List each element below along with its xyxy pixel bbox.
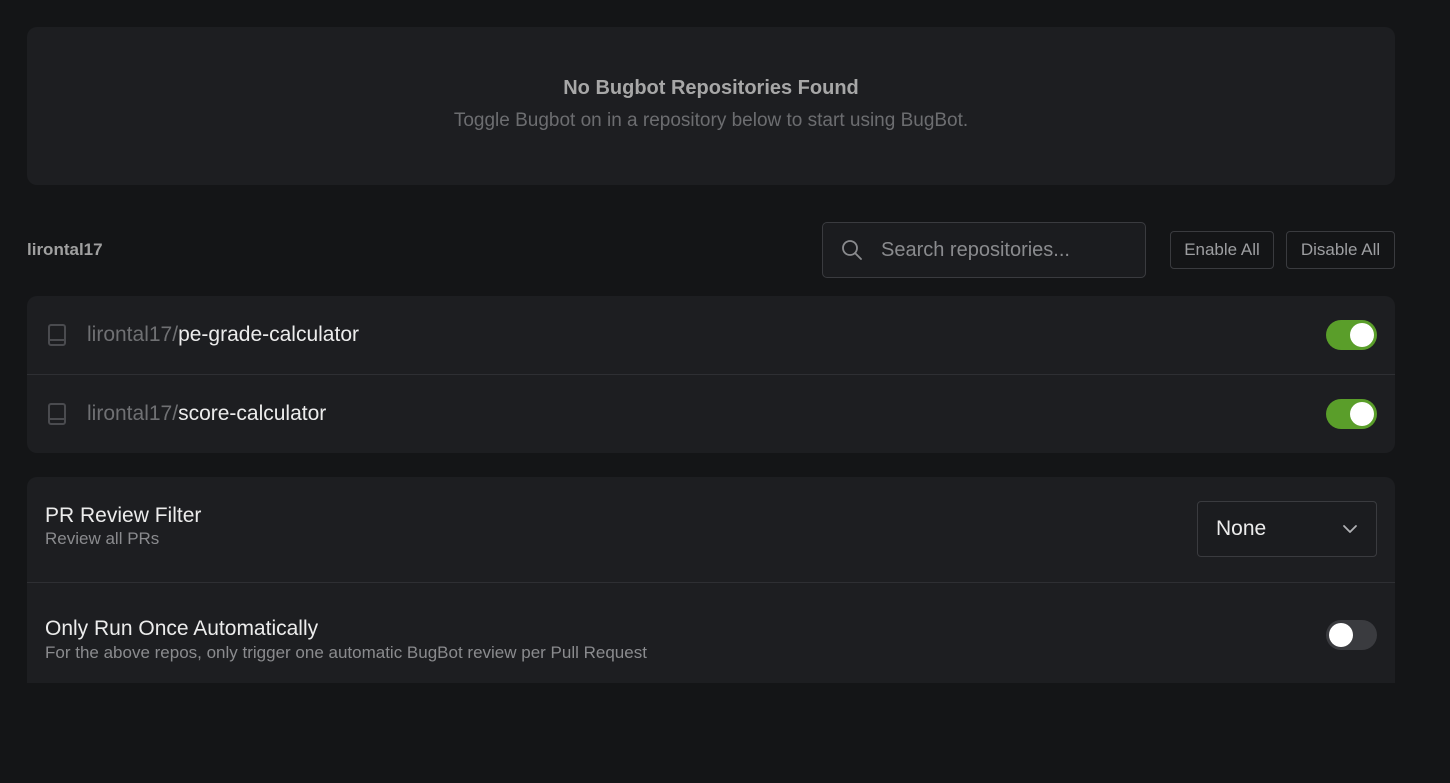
enable-all-button[interactable]: Enable All	[1170, 231, 1274, 269]
run-once-setting: Only Run Once Automatically For the abov…	[27, 582, 1395, 683]
repository-short-name: score-calculator	[178, 402, 327, 425]
pr-review-filter-select[interactable]: None	[1197, 501, 1377, 557]
repository-name[interactable]: lirontal17/score-calculator	[87, 402, 326, 426]
search-box[interactable]	[822, 222, 1146, 278]
repository-short-name: pe-grade-calculator	[178, 323, 359, 346]
run-once-toggle[interactable]	[1326, 620, 1377, 650]
select-value: None	[1216, 517, 1267, 540]
bugbot-settings-page: No Bugbot Repositories Found Toggle Bugb…	[0, 0, 1450, 783]
run-once-title: Only Run Once Automatically	[45, 617, 319, 640]
toggle-knob	[1329, 623, 1353, 647]
repository-owner-prefix: lirontal17/	[87, 323, 179, 346]
pr-review-filter-setting: PR Review Filter Review all PRs None	[27, 477, 1395, 582]
search-input[interactable]	[881, 238, 1131, 262]
repository-enable-toggle[interactable]	[1326, 399, 1377, 429]
repo-book-icon	[48, 403, 66, 425]
repository-list: lirontal17/pe-grade-calculator lirontal1…	[27, 296, 1395, 453]
toggle-knob	[1350, 323, 1374, 347]
settings-card: PR Review Filter Review all PRs None Onl…	[27, 477, 1395, 683]
repository-enable-toggle[interactable]	[1326, 320, 1377, 350]
empty-state-title: No Bugbot Repositories Found	[563, 76, 859, 99]
repository-owner-prefix: lirontal17/	[87, 402, 179, 425]
repo-book-icon	[48, 324, 66, 346]
toggle-knob	[1350, 402, 1374, 426]
run-once-description: For the above repos, only trigger one au…	[45, 643, 647, 662]
repository-row: lirontal17/pe-grade-calculator	[27, 296, 1395, 374]
repository-name[interactable]: lirontal17/pe-grade-calculator	[87, 323, 359, 347]
chevron-down-icon	[1343, 525, 1357, 533]
pr-review-filter-title: PR Review Filter	[45, 504, 202, 527]
owner-label: lirontal17	[27, 240, 103, 259]
search-icon	[842, 240, 862, 260]
disable-all-button[interactable]: Disable All	[1286, 231, 1395, 269]
pr-review-filter-description: Review all PRs	[45, 529, 160, 548]
empty-state-subtitle: Toggle Bugbot on in a repository below t…	[453, 109, 969, 131]
repository-row: lirontal17/score-calculator	[27, 374, 1395, 453]
empty-state-card: No Bugbot Repositories Found Toggle Bugb…	[27, 27, 1395, 185]
